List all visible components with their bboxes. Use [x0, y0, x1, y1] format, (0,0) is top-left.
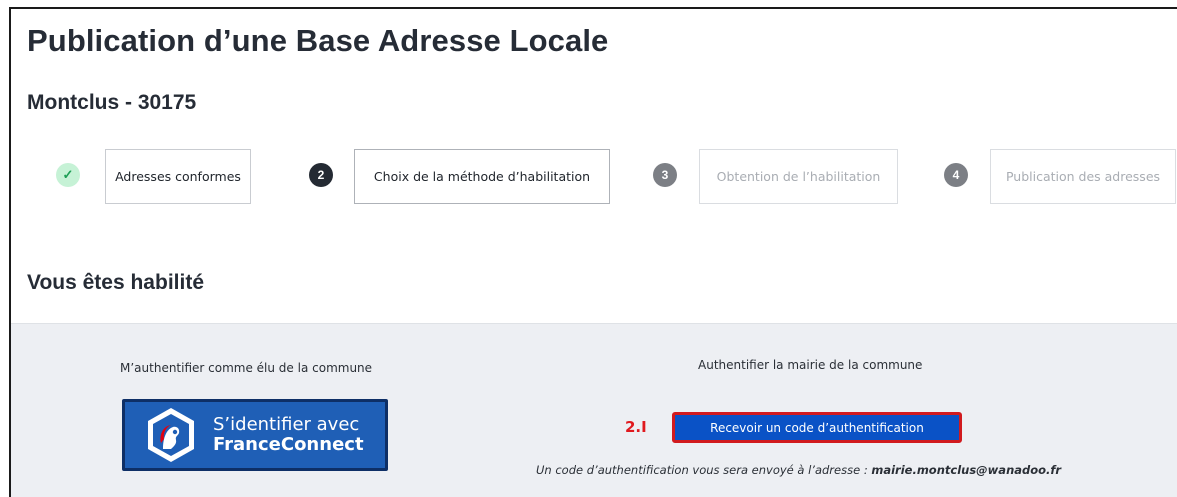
- step-3-number: 3: [653, 163, 677, 187]
- email-address: mairie.montclus@wanadoo.fr: [871, 463, 1062, 477]
- step-1-check-icon: ✓: [56, 163, 80, 187]
- elu-auth-label: M’authentifier comme élu de la commune: [120, 361, 373, 375]
- step-1-label: Adresses conformes: [105, 149, 251, 204]
- email-notice-prefix: Un code d’authentification vous sera env…: [536, 463, 868, 477]
- franceconnect-logo-icon: [139, 403, 203, 467]
- page-frame: Publication d’une Base Adresse Locale Mo…: [9, 7, 1177, 497]
- commune-title: Montclus - 30175: [27, 91, 197, 114]
- step-4-number: 4: [944, 163, 968, 187]
- step-2-label: Choix de la méthode d’habilitation: [354, 149, 610, 204]
- step-2-number: 2: [309, 163, 333, 187]
- section-title: Vous êtes habilité: [27, 271, 204, 294]
- step-4-label: Publication des adresses: [990, 149, 1176, 204]
- email-notice: Un code d’authentification vous sera env…: [536, 463, 1061, 477]
- mairie-auth-label: Authentifier la mairie de la commune: [698, 358, 923, 372]
- franceconnect-line1: S’identifier avec: [213, 414, 360, 435]
- franceconnect-text: S’identifier avec FranceConnect: [213, 415, 364, 455]
- franceconnect-button[interactable]: S’identifier avec FranceConnect: [122, 399, 388, 471]
- step-3-label: Obtention de l’habilitation: [699, 149, 898, 204]
- page-title: Publication d’une Base Adresse Locale: [27, 23, 609, 58]
- receive-code-button[interactable]: Recevoir un code d’authentification: [672, 412, 962, 443]
- franceconnect-line2: FranceConnect: [213, 434, 364, 455]
- annotation-marker: 2.I: [625, 418, 647, 436]
